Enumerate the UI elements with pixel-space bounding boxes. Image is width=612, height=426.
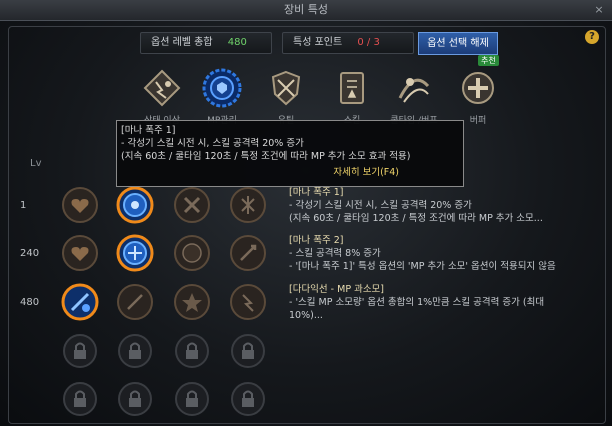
row-line: - '스킬 MP 소모량' 옵션 총합의 1%만큼 스킬 공격력 증가 (최대: [289, 297, 545, 308]
trait-node-spark[interactable]: [229, 283, 267, 321]
trait-node-mana-surge-2-selected[interactable]: [116, 234, 154, 272]
trait-node-mana-surge-1-selected[interactable]: [116, 186, 154, 224]
row-line: - 스킬 공격력 8% 증가: [289, 248, 381, 259]
lock-icon: [231, 334, 265, 368]
category-status-effect[interactable]: 상태 이상: [138, 68, 186, 126]
tooltip-line-1: - 각성기 스킬 시전 시, 스킬 공격력 20% 증가: [121, 138, 304, 149]
buffer-icon: [462, 72, 494, 104]
mp-gear-icon: [202, 68, 242, 108]
row-level-2: 240: [20, 248, 40, 259]
trait-node-heart-2[interactable]: [61, 234, 99, 272]
shield-sword-icon: [271, 70, 301, 106]
category-mp[interactable]: MP관리: [198, 68, 246, 126]
row-description-3: [다다익선 - MP 과소모] - '스킬 MP 소모량' 옵션 총합의 1%만…: [289, 283, 609, 322]
trait-node-heart[interactable]: [61, 186, 99, 224]
level-total-label: 옵션 레벨 총합: [151, 37, 213, 48]
lock-icon: [63, 334, 97, 368]
trait-node-rune[interactable]: [229, 186, 267, 224]
row-line: - '[마나 폭주 1]' 특성 옵션의 'MP 추가 소모' 옵션이 적용되지…: [289, 261, 556, 272]
skillbook-icon: [340, 72, 364, 104]
tooltip-line-2: (지속 60초 / 쿨타임 120초 / 특정 조건에 따라 MP 추가 소모 …: [121, 151, 411, 162]
lock-icon: [175, 382, 209, 416]
row-title: [마나 폭주 2]: [289, 235, 344, 246]
row-level-3: 480: [20, 297, 40, 308]
lock-icon: [175, 334, 209, 368]
window-title: 장비 특성: [284, 3, 328, 16]
cooldown-icon: [398, 78, 430, 103]
category-skill[interactable]: 스킬: [328, 68, 376, 126]
trait-node-star[interactable]: [173, 283, 211, 321]
category-buffer[interactable]: 버퍼: [454, 68, 502, 126]
lock-icon: [231, 382, 265, 416]
row-title: [다다익선 - MP 과소모]: [289, 284, 385, 295]
tooltip-details-link[interactable]: 자세히 보기(F4): [333, 167, 399, 179]
trait-node-sword[interactable]: [229, 234, 267, 272]
lock-icon: [63, 382, 97, 416]
trait-node-sword-2[interactable]: [116, 283, 154, 321]
row-description-2: [마나 폭주 2] - 스킬 공격력 8% 증가 - '[마나 폭주 1]' 특…: [289, 234, 609, 273]
level-column-header: Lv: [30, 158, 42, 169]
category-cooldown-buff[interactable]: 쿨타임 /버프: [390, 68, 438, 126]
level-total-box: 옵션 레벨 총합 480: [140, 32, 272, 54]
row-level-1: 1: [20, 200, 27, 211]
trait-tooltip: [마나 폭주 1] - 각성기 스킬 시전 시, 스킬 공격력 20% 증가 (…: [116, 120, 464, 187]
recommended-badge: 추천: [478, 55, 499, 66]
row-line: 10%)...: [289, 310, 323, 321]
row-line: (지속 60초 / 쿨타임 120초 / 특정 조건에 따라 MP 추가 소모.…: [289, 213, 543, 224]
close-icon[interactable]: ×: [592, 3, 606, 17]
trait-node-more-better-selected[interactable]: [61, 283, 99, 321]
equipment-trait-window: 장비 특성 × 옵션 레벨 총합 480 특성 포인트 0 / 3 옵션 선택 …: [0, 0, 612, 426]
help-icon[interactable]: ?: [585, 30, 599, 44]
lock-icon: [118, 334, 152, 368]
row-title: [마나 폭주 1]: [289, 187, 344, 198]
reset-selection-button[interactable]: 옵션 선택 해제: [418, 32, 498, 55]
row-line: - 각성기 스킬 시전 시, 스킬 공격력 20% 증가: [289, 200, 472, 211]
row-description-1: [마나 폭주 1] - 각성기 스킬 시전 시, 스킬 공격력 20% 증가 (…: [289, 186, 609, 225]
trait-node-percent[interactable]: [173, 234, 211, 272]
window-titlebar[interactable]: 장비 특성 ×: [0, 0, 612, 21]
trait-points-value: 0 / 3: [357, 37, 380, 48]
trait-points-label: 특성 포인트: [293, 37, 343, 48]
status-effect-icon: [143, 69, 181, 107]
trait-points-box: 특성 포인트 0 / 3: [282, 32, 414, 54]
tooltip-title: [마나 폭주 1]: [121, 125, 176, 136]
trait-node-locked-style[interactable]: [173, 186, 211, 224]
lock-icon: [118, 382, 152, 416]
level-total-value: 480: [227, 37, 247, 48]
category-util[interactable]: 유틸: [262, 68, 310, 126]
